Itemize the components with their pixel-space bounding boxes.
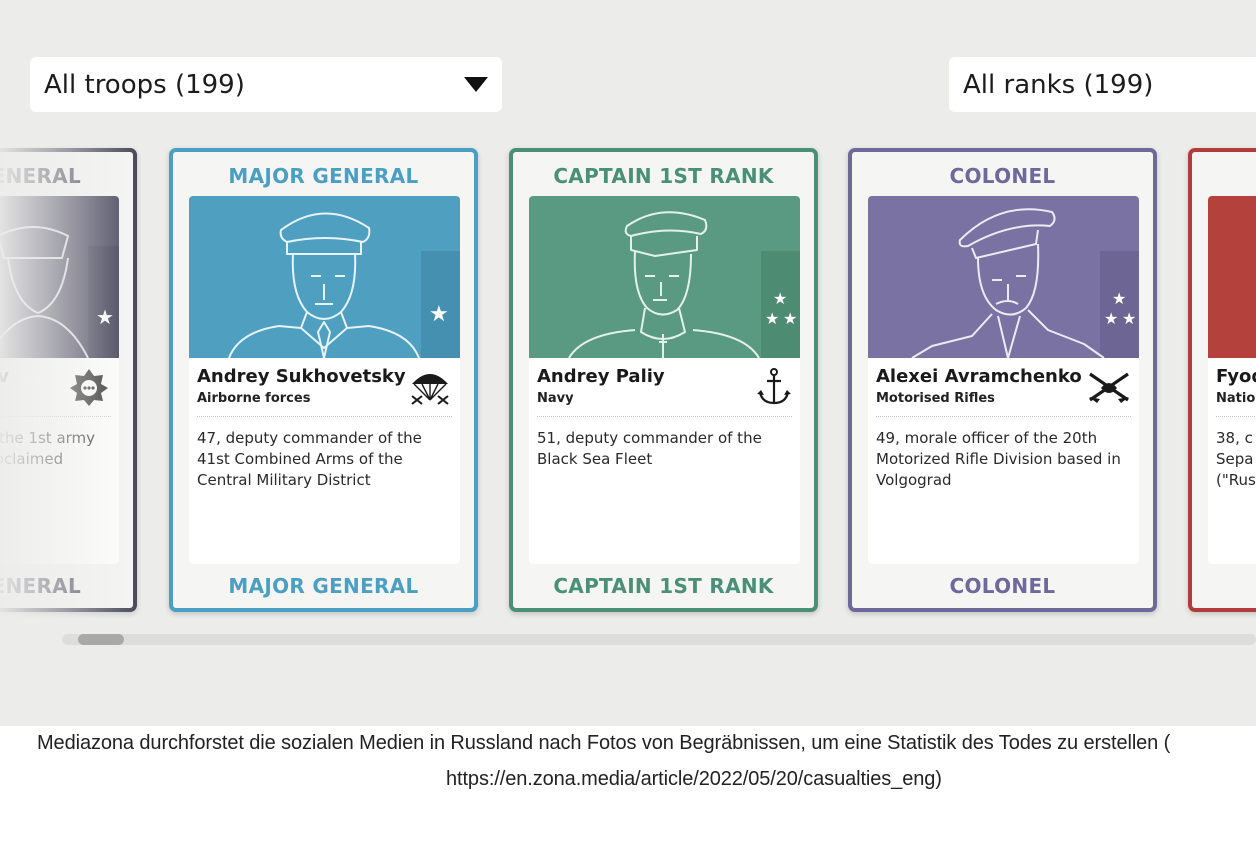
rank-label-top: MAJOR GENERAL [228,164,419,188]
portrait-image: ★ ★ ★ [868,196,1139,358]
image-caption: Mediazona durchforstet die sozialen Medi… [0,726,1256,868]
person-description: 51, deputy commander of the Black Sea Fl… [537,429,762,468]
parachute-icon [411,374,449,405]
anchor-icon [757,368,791,405]
crossed-rifles-icon [1089,372,1129,403]
person-name: Alexei Avramchenko [876,366,1082,387]
troop-label: Airborne forces [197,391,311,406]
svg-text:★: ★ [429,302,449,327]
portrait-image: ★ [0,196,119,358]
ranks-filter-label: All ranks (199) [963,69,1154,100]
description-line: Sepa [1216,450,1254,468]
caption-text: Mediazona durchforstet die sozialen Medi… [37,732,1171,754]
svg-text:★: ★ [773,289,787,308]
person-description: 38, c Sepa ("Rus [1216,428,1256,491]
rank-label-bottom: COLONEL [949,574,1056,598]
troops-filter-dropdown[interactable]: All troops (199) [30,57,502,112]
portrait-image: ★ [189,196,460,358]
horizontal-scrollbar-thumb[interactable] [78,634,124,645]
svg-text:★: ★ [783,309,797,328]
description-line: f the 1st army [0,429,96,447]
person-card[interactable]: ENERAL ★ v f the 1st army [0,148,137,612]
troop-label: Natio [1216,391,1256,406]
person-description: 47, deputy commander of the 41st Combine… [197,429,422,489]
troop-label: Navy [537,391,574,406]
chevron-down-icon [464,77,488,92]
description-line: roclaimed [0,450,64,468]
card-body: Andrey Sukhovetsky Airborne forces 47, d… [189,358,460,564]
person-card[interactable]: Fyod Natio 38, c Sepa ("Rus [1188,148,1256,612]
person-name: Andrey Sukhovetsky [197,366,406,387]
badge-icon [70,369,108,406]
caption-source-link[interactable]: https://en.zona.media/article/2022/05/20… [446,768,942,791]
divider [1216,416,1256,417]
person-card[interactable]: COLONEL ★ ★ ★ Alexei Avramchenko Motoris… [848,148,1157,612]
svg-text:★: ★ [1104,309,1118,328]
rank-label-bottom: ENERAL [0,574,81,598]
svg-text:★: ★ [765,309,779,328]
rank-label-top: ENERAL [0,164,81,188]
rank-label-bottom: CAPTAIN 1ST RANK [553,574,774,598]
troops-filter-label: All troops (199) [44,69,245,100]
rank-label-top: COLONEL [949,164,1056,188]
card-body: v f the 1st army roclaimed [0,358,119,564]
svg-text:★: ★ [1122,309,1136,328]
person-card[interactable]: CAPTAIN 1ST RANK ★ ★ ★ Andrey Paliy Navy… [509,148,818,612]
ranks-filter-dropdown[interactable]: All ranks (199) [949,57,1256,112]
description-line: ("Rus [1216,471,1256,489]
divider [197,416,452,417]
person-card[interactable]: MAJOR GENERAL ★ Andrey Sukhovetsky Airbo… [169,148,478,612]
card-body: Fyod Natio 38, c Sepa ("Rus [1208,358,1256,564]
portrait-image [1208,196,1256,358]
card-body: Andrey Paliy Navy 51, deputy commander o… [529,358,800,564]
description-line: 38, c [1216,429,1253,447]
divider [537,416,792,417]
rank-label-bottom: MAJOR GENERAL [228,574,419,598]
person-description: f the 1st army roclaimed [0,428,109,470]
rank-label-top: CAPTAIN 1ST RANK [553,164,774,188]
divider [876,416,1131,417]
person-name: Andrey Paliy [537,366,665,387]
card-carousel-section: All troops (199) All ranks (199) ENERAL … [0,0,1256,726]
person-name: v [0,366,9,387]
divider [0,416,111,417]
horizontal-scrollbar-track[interactable] [62,634,1256,645]
troop-label: Motorised Rifles [876,391,995,406]
person-name: Fyod [1216,366,1256,387]
svg-text:★: ★ [96,305,114,329]
portrait-image: ★ ★ ★ [529,196,800,358]
card-body: Alexei Avramchenko Motorised Rifles 49, … [868,358,1139,564]
svg-text:★: ★ [1112,289,1126,308]
person-description: 49, morale officer of the 20th Motorized… [876,429,1121,489]
